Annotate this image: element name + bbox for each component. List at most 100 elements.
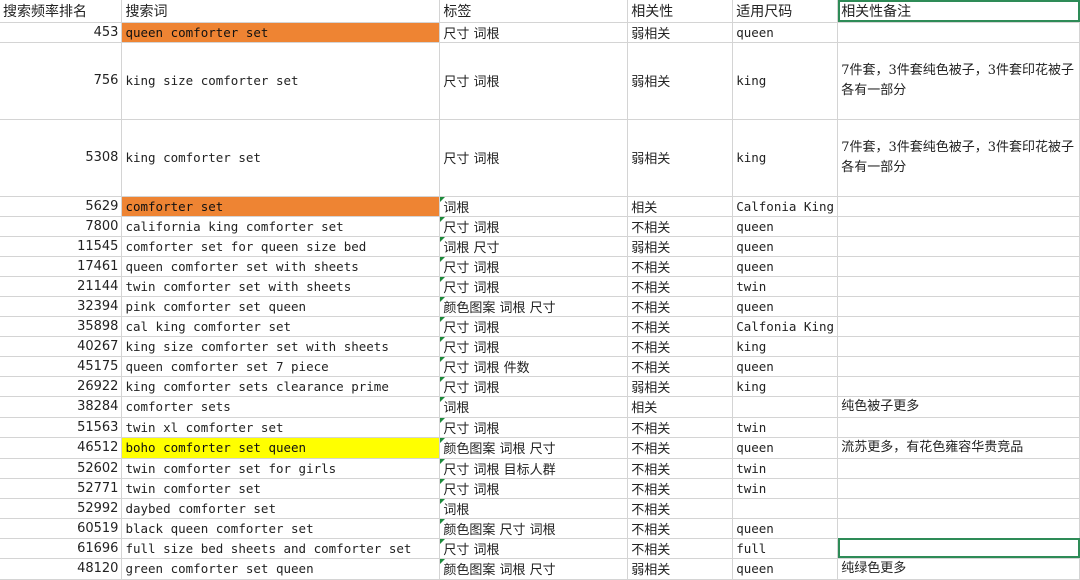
cell-keyword[interactable]: queen comforter set with sheets: [121, 256, 441, 277]
cell-tag[interactable]: 尺寸 词根 目标人群: [439, 458, 629, 479]
cell-rank[interactable]: 52602: [0, 458, 123, 479]
cell-relevance[interactable]: 不相关: [627, 296, 734, 317]
cell-note[interactable]: [837, 336, 1080, 357]
cell-rank[interactable]: 32394: [0, 296, 123, 317]
cell-rank[interactable]: 5629: [0, 196, 123, 217]
header-tag[interactable]: 标签: [439, 0, 629, 23]
cell-size[interactable]: [732, 396, 839, 418]
cell-note[interactable]: [837, 356, 1080, 377]
cell-rank[interactable]: 40267: [0, 336, 123, 357]
cell-keyword[interactable]: king comforter sets clearance prime: [121, 376, 441, 397]
cell-note[interactable]: [837, 196, 1080, 217]
cell-keyword[interactable]: twin xl comforter set: [121, 417, 441, 438]
cell-note[interactable]: [837, 538, 1080, 559]
header-size[interactable]: 适用尺码: [732, 0, 839, 23]
cell-relevance[interactable]: 不相关: [627, 276, 734, 297]
cell-tag[interactable]: 尺寸 词根: [439, 119, 629, 197]
cell-rank[interactable]: 35898: [0, 316, 123, 337]
cell-tag[interactable]: 尺寸 词根: [439, 538, 629, 559]
cell-rank[interactable]: 52992: [0, 498, 123, 519]
cell-tag[interactable]: 尺寸 词根: [439, 478, 629, 499]
cell-keyword[interactable]: pink comforter set queen: [121, 296, 441, 317]
cell-size[interactable]: queen: [732, 236, 839, 257]
cell-note[interactable]: [837, 478, 1080, 499]
cell-note[interactable]: [837, 276, 1080, 297]
cell-rank[interactable]: 61696: [0, 538, 123, 559]
cell-size[interactable]: queen: [732, 22, 839, 43]
cell-size[interactable]: queen: [732, 558, 839, 580]
cell-keyword[interactable]: twin comforter set for girls: [121, 458, 441, 479]
cell-rank[interactable]: 756: [0, 42, 123, 120]
cell-keyword[interactable]: king size comforter set: [121, 42, 441, 120]
cell-keyword[interactable]: comforter set for queen size bed: [121, 236, 441, 257]
cell-size[interactable]: [732, 498, 839, 519]
cell-relevance[interactable]: 弱相关: [627, 42, 734, 120]
cell-rank[interactable]: 5308: [0, 119, 123, 197]
cell-rank[interactable]: 60519: [0, 518, 123, 539]
cell-size[interactable]: king: [732, 42, 839, 120]
cell-rank[interactable]: 11545: [0, 236, 123, 257]
cell-tag[interactable]: 词根 尺寸: [439, 236, 629, 257]
cell-tag[interactable]: 颜色图案 尺寸 词根: [439, 518, 629, 539]
cell-note[interactable]: [837, 417, 1080, 438]
cell-relevance[interactable]: 不相关: [627, 458, 734, 479]
cell-tag[interactable]: 尺寸 词根: [439, 336, 629, 357]
cell-rank[interactable]: 453: [0, 22, 123, 43]
cell-size[interactable]: Calfonia King: [732, 316, 839, 337]
cell-keyword[interactable]: twin comforter set: [121, 478, 441, 499]
cell-size[interactable]: queen: [732, 356, 839, 377]
cell-rank[interactable]: 17461: [0, 256, 123, 277]
cell-relevance[interactable]: 弱相关: [627, 236, 734, 257]
cell-note[interactable]: [837, 22, 1080, 43]
cell-note[interactable]: 7件套，3件套纯色被子，3件套印花被子各有一部分: [837, 119, 1080, 197]
cell-note[interactable]: [837, 236, 1080, 257]
cell-relevance[interactable]: 不相关: [627, 356, 734, 377]
cell-size[interactable]: king: [732, 336, 839, 357]
cell-relevance[interactable]: 不相关: [627, 256, 734, 277]
cell-relevance[interactable]: 不相关: [627, 437, 734, 459]
cell-size[interactable]: queen: [732, 216, 839, 237]
cell-size[interactable]: king: [732, 119, 839, 197]
cell-rank[interactable]: 52771: [0, 478, 123, 499]
cell-rank[interactable]: 45175: [0, 356, 123, 377]
cell-size[interactable]: queen: [732, 518, 839, 539]
cell-size[interactable]: twin: [732, 417, 839, 438]
cell-size[interactable]: queen: [732, 296, 839, 317]
cell-tag[interactable]: 尺寸 词根: [439, 376, 629, 397]
cell-note[interactable]: [837, 256, 1080, 277]
cell-tag[interactable]: 颜色图案 词根 尺寸: [439, 558, 629, 580]
cell-keyword[interactable]: comforter set: [121, 196, 441, 217]
cell-keyword[interactable]: green comforter set queen: [121, 558, 441, 580]
cell-tag[interactable]: 尺寸 词根: [439, 216, 629, 237]
cell-relevance[interactable]: 弱相关: [627, 376, 734, 397]
cell-keyword[interactable]: daybed comforter set: [121, 498, 441, 519]
cell-size[interactable]: twin: [732, 276, 839, 297]
cell-tag[interactable]: 尺寸 词根: [439, 316, 629, 337]
cell-keyword[interactable]: queen comforter set 7 piece: [121, 356, 441, 377]
cell-keyword[interactable]: king size comforter set with sheets: [121, 336, 441, 357]
cell-note[interactable]: [837, 376, 1080, 397]
cell-tag[interactable]: 词根: [439, 498, 629, 519]
cell-relevance[interactable]: 不相关: [627, 498, 734, 519]
cell-keyword[interactable]: black queen comforter set: [121, 518, 441, 539]
cell-size[interactable]: king: [732, 376, 839, 397]
cell-tag[interactable]: 尺寸 词根: [439, 256, 629, 277]
cell-keyword[interactable]: king comforter set: [121, 119, 441, 197]
cell-tag[interactable]: 尺寸 词根 件数: [439, 356, 629, 377]
cell-note[interactable]: 纯色被子更多: [837, 396, 1080, 418]
cell-relevance[interactable]: 不相关: [627, 518, 734, 539]
cell-relevance[interactable]: 相关: [627, 196, 734, 217]
cell-size[interactable]: queen: [732, 437, 839, 459]
cell-tag[interactable]: 词根: [439, 196, 629, 217]
cell-tag[interactable]: 颜色图案 词根 尺寸: [439, 296, 629, 317]
cell-rank[interactable]: 21144: [0, 276, 123, 297]
header-rank[interactable]: 搜索频率排名: [0, 0, 123, 23]
cell-size[interactable]: queen: [732, 256, 839, 277]
cell-rank[interactable]: 26922: [0, 376, 123, 397]
cell-note[interactable]: 流苏更多，有花色雍容华贵竞品: [837, 437, 1080, 459]
cell-rank[interactable]: 48120: [0, 558, 123, 580]
cell-tag[interactable]: 颜色图案 词根 尺寸: [439, 437, 629, 459]
cell-relevance[interactable]: 不相关: [627, 316, 734, 337]
cell-tag[interactable]: 尺寸 词根: [439, 42, 629, 120]
cell-keyword[interactable]: boho comforter set queen: [121, 437, 441, 459]
